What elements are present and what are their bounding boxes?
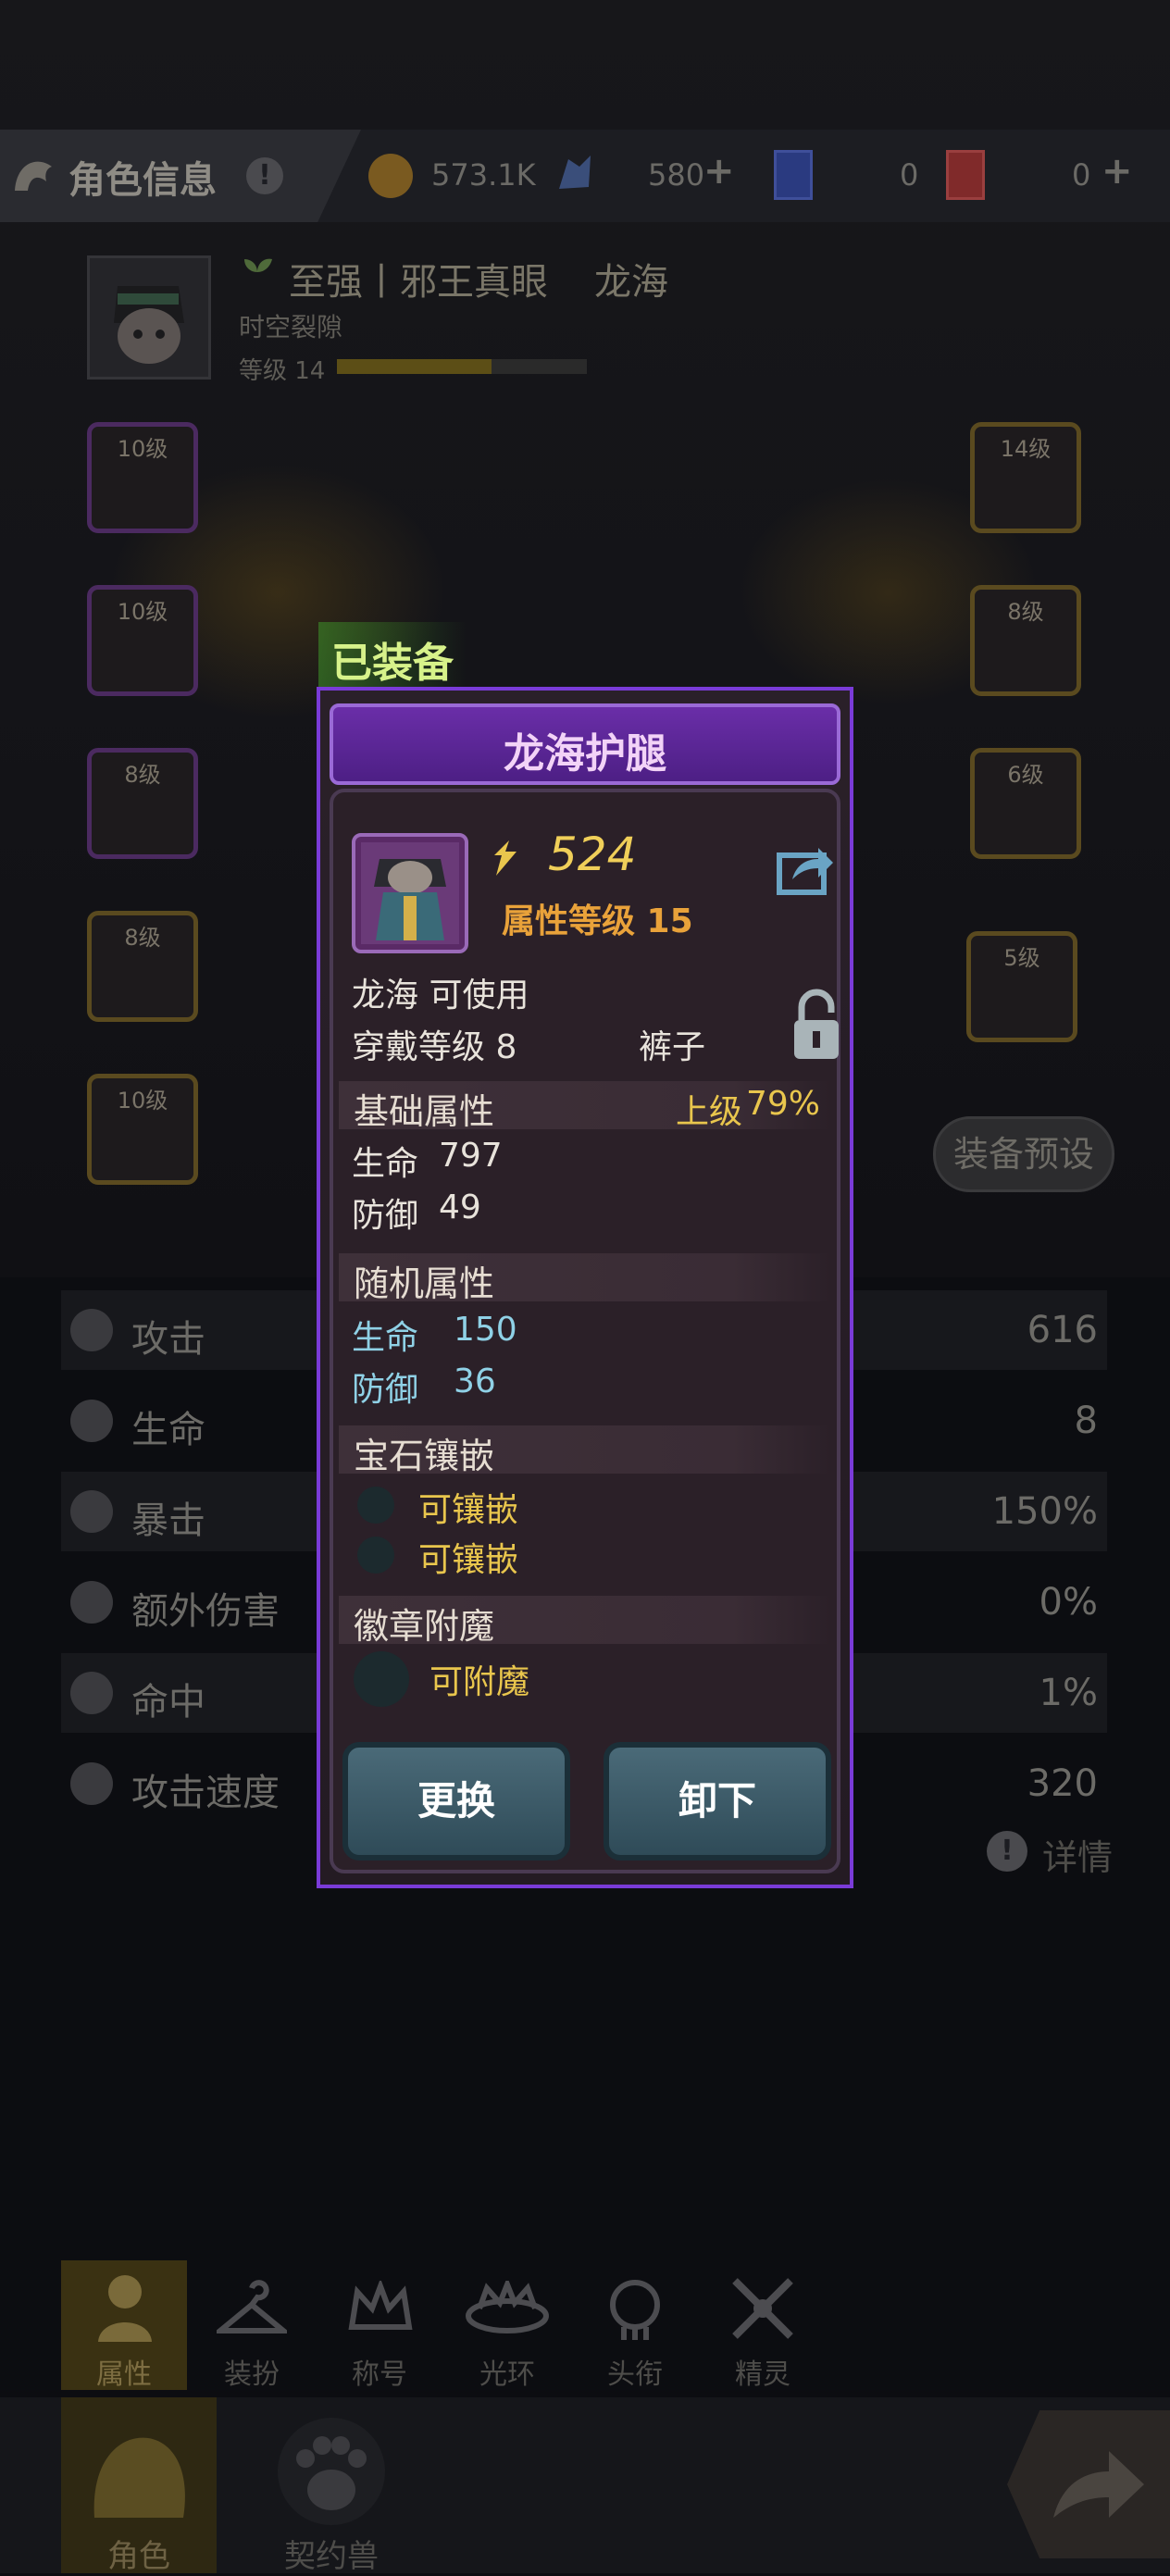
equipped-label: 已装备 bbox=[331, 640, 454, 687]
gem-socket-label: 可镶嵌 bbox=[418, 1491, 519, 1529]
section-title: 基础属性 bbox=[354, 1091, 495, 1132]
section-title: 宝石镶嵌 bbox=[354, 1436, 495, 1476]
unlock-icon[interactable] bbox=[789, 989, 844, 1063]
base-stat-value: 797 bbox=[439, 1137, 503, 1175]
badge-section: 徽章附魔 bbox=[339, 1596, 831, 1647]
item-power: 524 bbox=[548, 828, 637, 881]
attr-level: 属性等级 15 bbox=[502, 902, 693, 940]
section-title: 随机属性 bbox=[354, 1263, 495, 1304]
random-attr-section: 随机属性 bbox=[339, 1253, 831, 1304]
gem-section: 宝石镶嵌 bbox=[339, 1425, 831, 1476]
grade-percent: 79% bbox=[746, 1085, 821, 1123]
random-stat-name: 生命 bbox=[352, 1319, 419, 1357]
badge-socket-label: 可附魔 bbox=[429, 1663, 530, 1701]
gem-socket[interactable] bbox=[357, 1487, 394, 1524]
base-attr-section: 基础属性 上级 79% bbox=[339, 1081, 831, 1132]
item-detail-dialog: 龙海护腿 524 属性等级 15 龙海 可使用 穿戴等级 8 裤子 基础属性 上… bbox=[317, 687, 853, 1888]
section-title: 徽章附魔 bbox=[354, 1606, 495, 1647]
base-stat-name: 防御 bbox=[352, 1197, 419, 1235]
replace-label: 更换 bbox=[417, 1778, 495, 1823]
dialog-header: 龙海护腿 bbox=[330, 703, 840, 785]
gem-socket[interactable] bbox=[357, 1537, 394, 1574]
wear-level: 穿戴等级 8 bbox=[352, 1028, 517, 1066]
badge-socket[interactable] bbox=[354, 1651, 409, 1707]
random-stat-value: 150 bbox=[454, 1311, 517, 1349]
gem-socket-label: 可镶嵌 bbox=[418, 1541, 519, 1579]
random-stat-value: 36 bbox=[454, 1363, 496, 1400]
power-icon bbox=[489, 839, 522, 879]
item-icon bbox=[352, 833, 468, 953]
grade-label: 上级 bbox=[676, 1093, 743, 1131]
base-stat-name: 生命 bbox=[352, 1145, 419, 1183]
base-stat-value: 49 bbox=[439, 1188, 481, 1226]
random-stat-name: 防御 bbox=[352, 1371, 419, 1409]
item-name: 龙海护腿 bbox=[504, 730, 666, 778]
unequip-button[interactable]: 卸下 bbox=[604, 1742, 831, 1860]
share-icon[interactable] bbox=[776, 842, 837, 896]
replace-button[interactable]: 更换 bbox=[342, 1742, 570, 1860]
usable-by: 龙海 可使用 bbox=[352, 977, 529, 1014]
slot-type: 裤子 bbox=[639, 1028, 706, 1066]
unequip-label: 卸下 bbox=[678, 1778, 756, 1823]
